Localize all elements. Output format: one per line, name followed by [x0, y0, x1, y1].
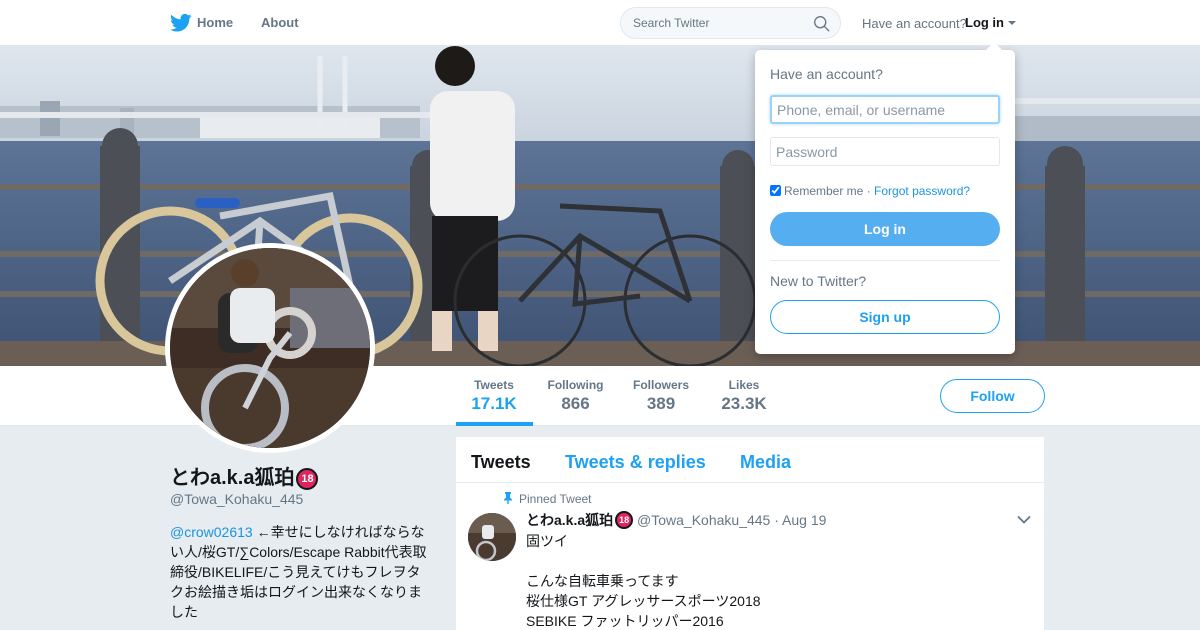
dropdown-divider — [770, 260, 1000, 261]
signup-button[interactable]: Sign up — [770, 300, 1000, 334]
search-icon[interactable] — [813, 15, 830, 32]
avatar-photo — [170, 248, 370, 448]
tweet-line — [526, 551, 761, 571]
tweet-author-avatar[interactable] — [468, 513, 516, 561]
stat-followers-value: 389 — [646, 394, 676, 413]
profile-handle[interactable]: @Towa_Kohaku_445 — [170, 491, 303, 507]
remember-me-label[interactable]: Remember me — [784, 184, 863, 198]
profile-name-text: とわa.k.a狐珀 — [170, 467, 295, 489]
tab-tweets-replies[interactable]: Tweets & replies — [565, 452, 706, 473]
nav-about-link[interactable]: About — [261, 15, 299, 30]
tweet-author-name[interactable]: とわa.k.a狐珀 — [526, 512, 613, 528]
stat-followers[interactable]: Followers 389 — [632, 378, 690, 414]
profile-name[interactable]: とわa.k.a狐珀 18 — [170, 461, 319, 490]
new-to-twitter-text: New to Twitter? — [770, 273, 867, 289]
tweet-line: SEBIKE ファットリッパー2016 — [526, 613, 724, 629]
tweet-date[interactable]: Aug 19 — [782, 512, 826, 528]
tweet-line: こんな自転車乗ってます — [526, 573, 679, 589]
tweet-age-18-badge-icon: 18 — [615, 511, 634, 529]
remember-me-checkbox[interactable] — [770, 185, 781, 196]
profile-bio: @crow02613 ←幸せにしなければならない人/桜GT/∑Colors/Es… — [170, 522, 432, 622]
forgot-password-link[interactable]: Forgot password? — [874, 184, 970, 198]
search-input[interactable] — [633, 16, 803, 30]
tab-tweets[interactable]: Tweets — [471, 452, 531, 473]
login-dropdown-toggle[interactable]: Log in — [965, 15, 1004, 30]
stat-likes-label: Likes — [728, 378, 760, 392]
dropdown-arrow — [986, 42, 1002, 50]
have-account-text: Have an account? — [862, 16, 967, 31]
tweet-header: とわa.k.a狐珀 18 @Towa_Kohaku_445 · Aug 19 — [526, 510, 826, 530]
caret-down-icon[interactable] — [1008, 21, 1016, 25]
remember-separator: · — [866, 184, 871, 198]
username-input[interactable] — [770, 95, 1000, 124]
pinned-tweet-text: Pinned Tweet — [519, 492, 592, 506]
pinned-tweet-label: Pinned Tweet — [503, 492, 592, 506]
stat-following-value: 866 — [561, 394, 590, 413]
tweet-line: 桜仕様GT アグレッサースポーツ2018 — [526, 593, 761, 609]
tweet-text: 固ツイ こんな自転車乗ってます 桜仕様GT アグレッサースポーツ2018 SEB… — [526, 531, 761, 630]
stat-following[interactable]: Following 866 — [547, 378, 604, 414]
tweet-line: 固ツイ — [526, 533, 568, 549]
age-18-badge-icon: 18 — [296, 468, 319, 490]
nav-home-link[interactable]: Home — [197, 15, 233, 30]
stat-tweets-value: 17.1K — [471, 394, 517, 413]
tweet-author-handle[interactable]: @Towa_Kohaku_445 — [637, 512, 770, 528]
password-input[interactable] — [770, 137, 1000, 166]
timeline-tabs: Tweets Tweets & replies Media — [456, 437, 1044, 483]
stat-likes-value: 23.3K — [721, 394, 767, 413]
bio-mention-link[interactable]: @crow02613 — [170, 524, 253, 540]
top-navigation-bar: Home About Have an account? Log in — [0, 0, 1200, 46]
chevron-down-icon[interactable] — [1017, 515, 1031, 525]
timeline-card: Tweets Tweets & replies Media Pinned Twe… — [456, 437, 1044, 630]
dropdown-title: Have an account? — [770, 66, 883, 82]
search-box — [620, 7, 841, 39]
remember-row: Remember me · Forgot password? — [770, 184, 970, 198]
follow-button[interactable]: Follow — [940, 379, 1045, 413]
login-button[interactable]: Log in — [770, 212, 1000, 246]
profile-avatar[interactable] — [165, 243, 375, 453]
tweet-avatar-photo — [468, 513, 516, 561]
stat-following-label: Following — [547, 378, 604, 392]
tab-media[interactable]: Media — [740, 452, 791, 473]
tweet-separator: · — [774, 512, 779, 528]
stat-tweets[interactable]: Tweets 17.1K — [470, 378, 518, 414]
stat-followers-label: Followers — [632, 378, 689, 392]
pin-icon — [504, 492, 512, 504]
active-stat-underline — [456, 422, 533, 426]
login-dropdown: Have an account? Remember me · Forgot pa… — [755, 42, 1015, 354]
stat-tweets-label: Tweets — [474, 378, 514, 392]
stat-likes[interactable]: Likes 23.3K — [718, 378, 770, 414]
twitter-bird-icon[interactable] — [170, 13, 192, 33]
